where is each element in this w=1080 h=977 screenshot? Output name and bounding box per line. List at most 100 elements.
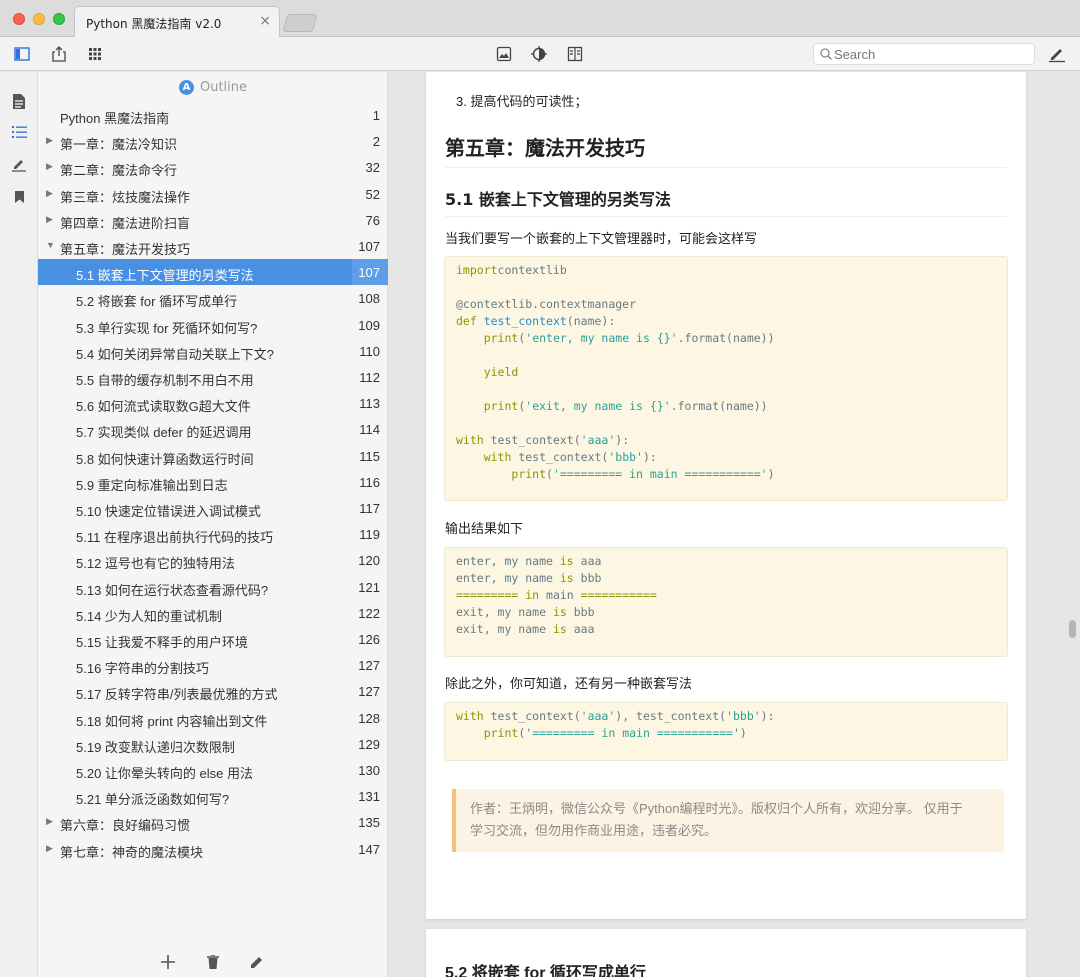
image-insert-icon[interactable] <box>495 45 513 63</box>
outline-section-item[interactable]: 5.16 字符串的分割技巧 127 <box>38 652 388 678</box>
code-line: yield <box>456 365 996 382</box>
outline-item-label: 5.17 反转字符串/列表最优雅的方式 <box>76 687 278 703</box>
outline-section-item[interactable]: 5.20 让你晕头转向的 else 用法 130 <box>38 757 388 783</box>
outline-section-item[interactable]: 5.5 自带的缓存机制不用白不用 112 <box>38 364 388 390</box>
rename-pen-icon[interactable] <box>248 953 266 971</box>
outline-section-item[interactable]: 5.3 单行实现 for 死循环如何写? 109 <box>38 312 388 338</box>
outline-chapter-item[interactable]: ▶ 第二章：魔法命令行 32 <box>38 154 388 180</box>
code-token: def <box>456 314 484 328</box>
code-token: .format(name)) <box>670 399 768 413</box>
outline-item-label: 5.16 字符串的分割技巧 <box>76 661 209 677</box>
outline-section-item[interactable]: 5.12 逗号也有它的独特用法 120 <box>38 547 388 573</box>
outline-chapter-item[interactable]: ▶ 第一章：魔法冷知识 2 <box>38 128 388 154</box>
outline-section-item[interactable]: 5.11 在程序退出前执行代码的技巧 119 <box>38 521 388 547</box>
outline-section-item[interactable]: 5.15 让我爱不释手的用户环境 126 <box>38 626 388 652</box>
outline-chapter-item[interactable]: ▼ 第五章：魔法开发技巧 107 <box>38 233 388 259</box>
split-view-icon[interactable] <box>566 45 584 63</box>
code-token: test_context( <box>518 450 609 464</box>
outline-section-item[interactable]: 5.21 单分派泛函数如何写? 131 <box>38 783 388 809</box>
collapse-triangle-icon[interactable]: ▶ <box>46 188 53 199</box>
outline-item-label: 5.12 逗号也有它的独特用法 <box>76 556 235 572</box>
outline-item-label: 第五章：魔法开发技巧 <box>60 242 191 257</box>
code-block[interactable]: importcontextlib @contextlib.contextmana… <box>444 256 1008 501</box>
outline-item-page: 107 <box>358 239 380 254</box>
code-token: yield <box>483 365 519 379</box>
outline-section-item[interactable]: 5.17 反转字符串/列表最优雅的方式 127 <box>38 678 388 704</box>
add-icon[interactable] <box>159 953 177 971</box>
outline-item-label: 5.11 在程序退出前执行代码的技巧 <box>76 530 273 546</box>
outline-section-item[interactable]: 5.13 如何在运行状态查看源代码? 121 <box>38 574 388 600</box>
outline-section-item[interactable]: 5.9 重定向标准输出到日志 116 <box>38 469 388 495</box>
collapse-triangle-icon[interactable]: ▶ <box>46 135 53 146</box>
outline-section-item[interactable]: 5.6 如何流式读取数G超大文件 113 <box>38 390 388 416</box>
files-icon[interactable] <box>10 92 28 110</box>
minimize-window-button[interactable] <box>33 13 45 25</box>
share-icon[interactable] <box>50 45 68 63</box>
outline-item-page: 117 <box>359 501 380 516</box>
outline-list-icon[interactable] <box>10 123 28 141</box>
outline-section-item[interactable]: 5.8 如何快速计算函数运行时间 115 <box>38 443 388 469</box>
edit-pen-icon[interactable] <box>1048 45 1066 63</box>
code-line: importcontextlib <box>456 263 996 280</box>
code-token: ): <box>615 433 630 447</box>
expand-triangle-icon[interactable]: ▼ <box>46 240 55 250</box>
outline-item-label: 5.8 如何快速计算函数运行时间 <box>76 451 254 467</box>
outline-item-page: 107 <box>352 259 388 286</box>
code-token: @contextlib.contextmanager <box>456 297 637 311</box>
outline-item-label: 5.1 嵌套上下文管理的另类写法 <box>76 268 254 284</box>
outline-section-item[interactable]: 5.1 嵌套上下文管理的另类写法 107 <box>38 259 388 286</box>
collapse-triangle-icon[interactable]: ▶ <box>46 214 53 225</box>
annotation-pen-icon[interactable] <box>10 155 28 173</box>
code-token: 'aaa' <box>580 709 616 723</box>
outline-item-page: 130 <box>358 763 380 778</box>
outline-section-item[interactable]: 5.4 如何关闭异常自动关联上下文? 110 <box>38 338 388 364</box>
code-token: ) <box>767 467 775 481</box>
outline-chapter-item[interactable]: ▶ 第七章：神奇的魔法模块 147 <box>38 836 388 862</box>
chapter-heading: 第五章：魔法开发技巧 <box>445 132 1007 168</box>
trash-icon[interactable] <box>204 953 222 971</box>
sidebar-toggle-icon[interactable] <box>13 45 31 63</box>
editor-area: 3. 提高代码的可读性； 第五章：魔法开发技巧 5.1 嵌套上下文管理的另类写法… <box>389 72 1080 977</box>
code-token: with <box>483 450 519 464</box>
outline-section-item[interactable]: 5.19 改变默认递归次数限制 129 <box>38 731 388 757</box>
code-token: test_context( <box>490 709 581 723</box>
outline-chapter-item[interactable]: ▶ 第六章：良好编码习惯 135 <box>38 809 388 835</box>
outline-item-label: 第六章：良好编码习惯 <box>60 818 191 834</box>
outline-section-item[interactable]: 5.2 将嵌套 for 循环写成单行 108 <box>38 285 388 311</box>
output-code-block[interactable]: enter, my name is aaa enter, my name is b… <box>444 547 1008 657</box>
title-bar: Python 黑魔法指南 v2.0 × <box>0 0 1080 37</box>
document-tab[interactable]: Python 黑魔法指南 v2.0 × <box>74 6 280 37</box>
outline-chapter-item[interactable]: Python 黑魔法指南 1 <box>38 102 388 128</box>
search-box[interactable] <box>813 43 1035 65</box>
close-window-button[interactable] <box>13 13 25 25</box>
outline-section-item[interactable]: 5.18 如何将 print 内容输出到文件 128 <box>38 705 388 731</box>
code-line: @contextlib.contextmanager <box>456 297 996 314</box>
new-tab-button[interactable] <box>282 14 318 32</box>
scrollbar-thumb[interactable] <box>1069 620 1076 638</box>
search-input[interactable] <box>834 46 1029 62</box>
collapse-triangle-icon[interactable]: ▶ <box>46 816 53 827</box>
outline-section-item[interactable]: 5.14 少为人知的重试机制 122 <box>38 600 388 626</box>
code-block[interactable]: with test_context('aaa'), test_context('… <box>444 702 1008 761</box>
outline-chapter-item[interactable]: ▶ 第三章：炫技魔法操作 52 <box>38 181 388 207</box>
grid-icon[interactable] <box>86 45 104 63</box>
outline-item-label: 5.10 快速定位错误进入调试模式 <box>76 504 261 519</box>
bookmark-icon[interactable] <box>10 188 28 206</box>
outline-section-item[interactable]: 5.10 快速定位错误进入调试模式 117 <box>38 495 388 521</box>
code-token: aaa <box>566 622 595 636</box>
outline-item-page: 116 <box>359 474 380 490</box>
collapse-triangle-icon[interactable]: ▶ <box>46 161 53 172</box>
outline-chapter-item[interactable]: ▶ 第四章：魔法进阶扫盲 76 <box>38 207 388 233</box>
tab-close-icon[interactable]: × <box>259 13 271 29</box>
theme-icon[interactable] <box>530 45 548 63</box>
outline-item-page: 129 <box>358 736 380 752</box>
code-token: print <box>511 467 547 481</box>
collapse-triangle-icon[interactable]: ▶ <box>46 843 53 854</box>
code-token: exit, my name <box>456 622 553 636</box>
outline-item-label: 5.2 将嵌套 for 循环写成单行 <box>76 294 238 310</box>
outline-section-item[interactable]: 5.7 实现类似 defer 的延迟调用 114 <box>38 416 388 442</box>
code-token: '========= in main ===========' <box>552 467 768 481</box>
zoom-window-button[interactable] <box>53 13 65 25</box>
